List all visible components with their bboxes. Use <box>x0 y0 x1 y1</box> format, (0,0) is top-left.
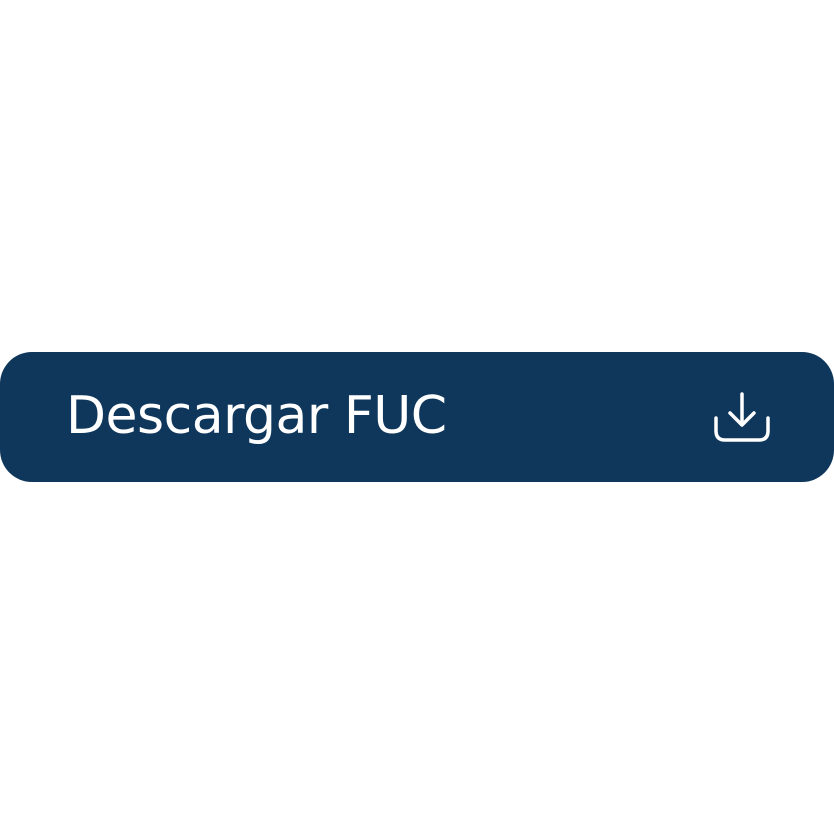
download-fuc-label: Descargar FUC <box>66 386 447 446</box>
page: Descargar FUC <box>0 0 834 834</box>
download-icon <box>712 390 772 446</box>
download-fuc-button[interactable]: Descargar FUC <box>0 352 834 482</box>
